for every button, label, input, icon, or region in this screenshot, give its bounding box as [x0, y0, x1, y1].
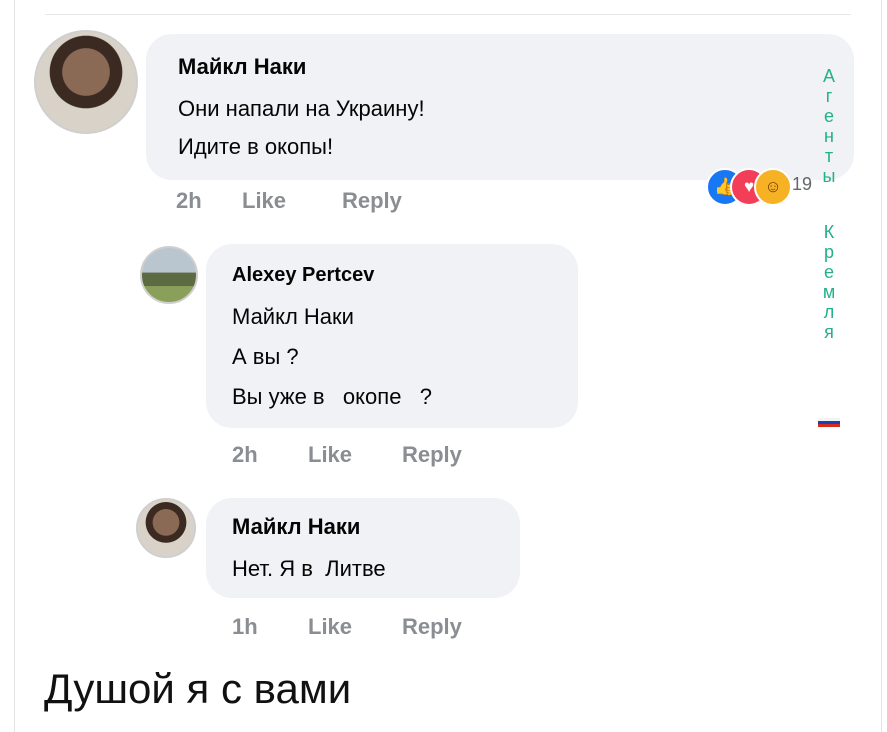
caption: Душой я с вами — [44, 665, 352, 712]
comment-text: А вы ? — [232, 344, 299, 369]
watermark-letter: л — [823, 302, 835, 322]
comment-bubble: Майкл Наки Они напали на Украину! Идите … — [146, 34, 854, 180]
avatar[interactable] — [136, 498, 196, 558]
watermark-letter: т — [824, 146, 834, 166]
watermark-letter: е — [823, 262, 834, 282]
like-link[interactable]: Like — [308, 614, 352, 640]
watermark-letter: е — [823, 106, 834, 126]
comment-text: Вы уже в окопе ? — [232, 384, 432, 409]
comment-time[interactable]: 2h — [176, 188, 202, 214]
comment-text: Майкл Наки — [232, 304, 354, 329]
avatar[interactable] — [140, 246, 198, 304]
russian-flag-icon — [818, 418, 840, 427]
watermark-letter: н — [824, 126, 834, 146]
reply-link[interactable]: Reply — [402, 442, 462, 468]
watermark-letter: я — [824, 322, 834, 342]
comment-author[interactable]: Alexey Pertcev — [232, 264, 374, 287]
watermark-letter: К — [823, 222, 835, 242]
comment-text: Идите в окопы! — [178, 134, 334, 159]
reply-link[interactable]: Reply — [402, 614, 462, 640]
watermark-letter: г — [825, 86, 833, 106]
watermark-letter: ы — [822, 166, 836, 186]
vertical-watermark: А г е н т ы К р е м л я — [814, 66, 844, 342]
watermark-letter: р — [823, 242, 834, 262]
haha-icon: ☺ — [754, 168, 792, 206]
divider — [45, 14, 851, 15]
like-link[interactable]: Like — [242, 188, 286, 214]
comment-time[interactable]: 1h — [232, 614, 258, 640]
comment-text: Нет. Я в Литве — [232, 556, 386, 581]
like-link[interactable]: Like — [308, 442, 352, 468]
comment-bubble: Alexey Pertcev Майкл Наки А вы ? Вы уже … — [206, 244, 578, 428]
comment-time[interactable]: 2h — [232, 442, 258, 468]
reaction-count: 19 — [792, 174, 813, 194]
watermark-letter: м — [822, 282, 836, 302]
comment-text: Они напали на Украину! — [178, 96, 425, 121]
comment-bubble: Майкл Наки Нет. Я в Литве — [206, 498, 520, 598]
watermark-letter: А — [822, 66, 835, 86]
avatar[interactable] — [34, 30, 138, 134]
watermark-gap — [814, 186, 844, 222]
comment-author[interactable]: Майкл Наки — [232, 514, 360, 540]
comment-author[interactable]: Майкл Наки — [178, 54, 306, 80]
reply-link[interactable]: Reply — [342, 188, 402, 214]
